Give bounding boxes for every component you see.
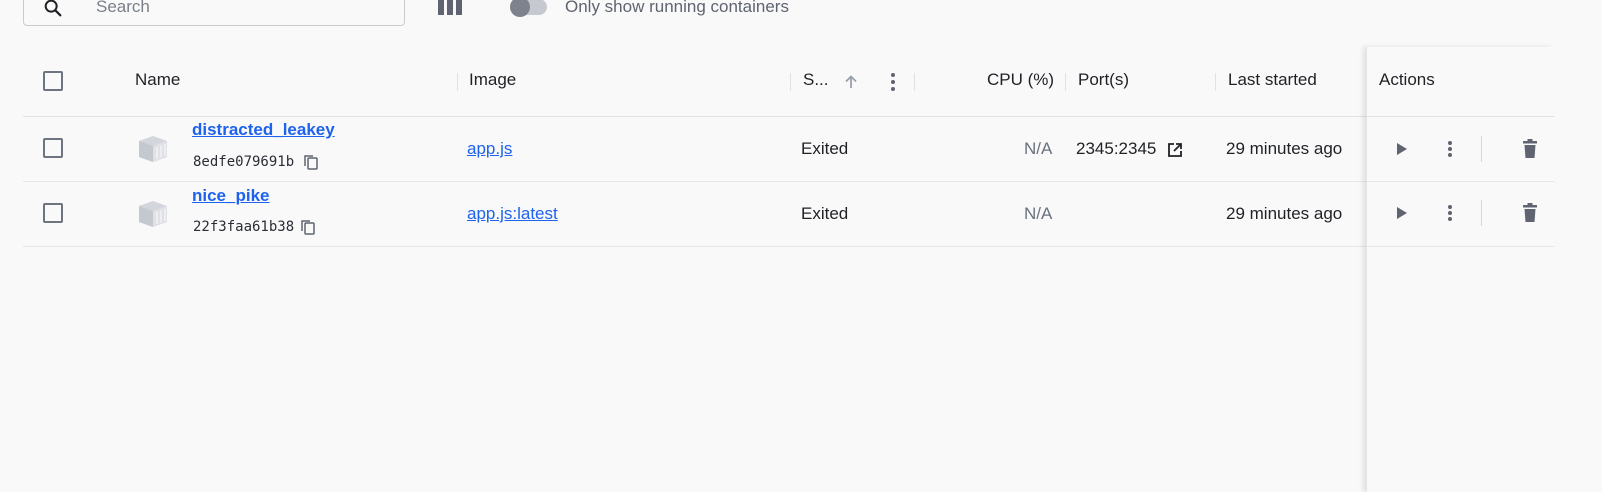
container-id: 22f3faa61b38 <box>193 219 295 235</box>
copy-icon[interactable] <box>300 219 316 236</box>
column-header-cpu[interactable]: CPU (%) <box>987 70 1054 90</box>
external-link-icon[interactable] <box>1167 142 1183 158</box>
column-header-name[interactable]: Name <box>135 70 180 90</box>
start-icon[interactable] <box>1389 137 1413 161</box>
header-divider <box>23 116 1553 117</box>
column-header-image[interactable]: Image <box>469 70 516 90</box>
row-divider <box>1367 181 1554 182</box>
columns-icon[interactable] <box>437 0 463 19</box>
search-input[interactable] <box>96 0 386 20</box>
row-divider <box>1367 246 1554 247</box>
actions-column: Actions <box>1366 47 1554 492</box>
select-all-checkbox[interactable] <box>43 71 63 91</box>
row-checkbox[interactable] <box>43 138 63 158</box>
container-icon <box>139 136 167 162</box>
more-options-icon[interactable] <box>1438 201 1462 225</box>
image-link[interactable]: app.js <box>467 139 512 159</box>
action-divider <box>1481 200 1482 226</box>
cpu-value: N/A <box>1024 139 1053 158</box>
delete-icon[interactable] <box>1518 201 1542 225</box>
row-divider <box>23 246 1553 247</box>
copy-icon[interactable] <box>303 154 319 171</box>
sort-ascending-icon[interactable] <box>842 73 860 91</box>
row-checkbox[interactable] <box>43 203 63 223</box>
column-header-actions: Actions <box>1379 70 1435 89</box>
container-id: 8edfe079691b <box>193 154 295 170</box>
port-link[interactable]: 2345:2345 <box>1076 139 1156 159</box>
start-icon[interactable] <box>1389 201 1413 225</box>
running-only-label: Only show running containers <box>565 0 789 16</box>
action-divider <box>1481 136 1482 162</box>
column-divider[interactable] <box>790 73 791 91</box>
column-header-last-started[interactable]: Last started <box>1228 70 1317 90</box>
search-icon <box>44 0 62 17</box>
status-text: Exited <box>801 204 849 223</box>
header-divider <box>1367 116 1554 117</box>
container-icon <box>139 201 167 227</box>
column-header-ports[interactable]: Port(s) <box>1078 70 1129 90</box>
delete-icon[interactable] <box>1518 137 1542 161</box>
column-menu-icon[interactable] <box>884 71 902 93</box>
column-divider[interactable] <box>914 73 915 91</box>
column-divider[interactable] <box>1065 73 1066 91</box>
column-divider[interactable] <box>457 73 458 91</box>
status-text: Exited <box>801 139 849 158</box>
image-link[interactable]: app.js:latest <box>467 204 558 224</box>
column-header-status[interactable]: S... <box>803 70 829 90</box>
container-name-link[interactable]: nice_pike <box>192 186 270 206</box>
container-name-link[interactable]: distracted_leakey <box>192 120 335 140</box>
more-options-icon[interactable] <box>1438 137 1462 161</box>
row-divider <box>23 181 1553 182</box>
last-started-text: 29 minutes ago <box>1226 204 1343 223</box>
last-started-text: 29 minutes ago <box>1226 139 1343 158</box>
cpu-value: N/A <box>1024 204 1053 223</box>
column-divider[interactable] <box>1215 73 1216 91</box>
